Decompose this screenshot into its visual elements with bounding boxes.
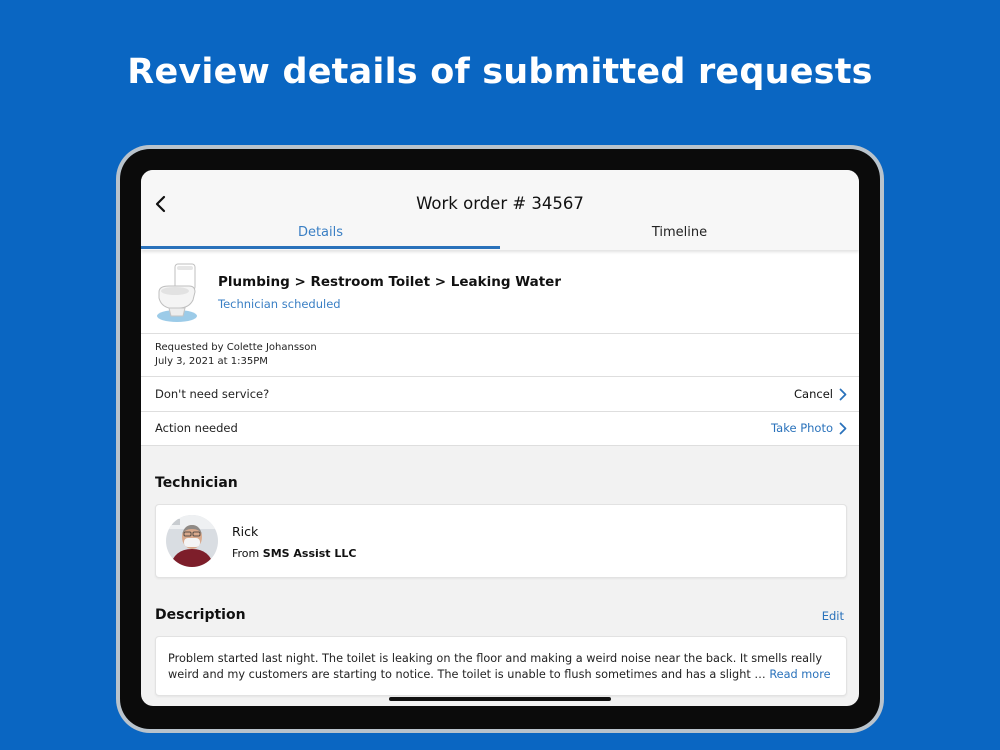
- page-title: Work order # 34567: [416, 194, 584, 213]
- details-content: Plumbing > Restroom Toilet > Leaking Wat…: [141, 250, 859, 706]
- divider: [141, 376, 859, 377]
- toilet-icon: [155, 262, 199, 324]
- active-tab-indicator: [141, 246, 500, 249]
- tab-timeline[interactable]: Timeline: [500, 225, 859, 240]
- description-text: Problem started last night. The toilet i…: [168, 651, 836, 683]
- cancel-button[interactable]: Cancel: [794, 387, 847, 401]
- read-more-link[interactable]: Read more: [769, 668, 830, 681]
- avatar: [166, 515, 218, 567]
- description-section-title: Description: [155, 607, 246, 623]
- app-screen: Work order # 34567 Details Timeline Plum…: [141, 170, 859, 706]
- technician-card[interactable]: Rick From SMS Assist LLC: [155, 504, 847, 578]
- requested-by: Requested by Colette Johansson: [155, 342, 317, 353]
- chevron-right-icon: [839, 388, 847, 401]
- technician-company: From SMS Assist LLC: [232, 547, 357, 560]
- request-category: Plumbing > Restroom Toilet > Leaking Wat…: [218, 274, 561, 290]
- status-badge: Technician scheduled: [218, 297, 341, 311]
- technician-name: Rick: [232, 524, 259, 539]
- divider: [141, 333, 859, 334]
- from-prefix: From: [232, 547, 260, 560]
- company-name: SMS Assist LLC: [262, 547, 357, 560]
- divider: [141, 411, 859, 412]
- description-card: Problem started last night. The toilet i…: [155, 636, 847, 696]
- request-summary-panel: Plumbing > Restroom Toilet > Leaking Wat…: [141, 250, 859, 446]
- technician-section-title: Technician: [155, 475, 238, 491]
- requested-date: July 3, 2021 at 1:35PM: [155, 356, 268, 367]
- take-photo-button[interactable]: Take Photo: [771, 421, 847, 435]
- take-photo-label: Take Photo: [771, 421, 833, 435]
- edit-description-link[interactable]: Edit: [822, 609, 844, 623]
- tab-details[interactable]: Details: [141, 225, 500, 240]
- cancel-row-label: Don't need service?: [155, 387, 270, 401]
- description-body: Problem started last night. The toilet i…: [168, 652, 823, 681]
- divider: [141, 445, 859, 446]
- cancel-label: Cancel: [794, 387, 833, 401]
- top-bar: Work order # 34567 Details Timeline: [141, 170, 859, 250]
- action-needed-label: Action needed: [155, 421, 238, 435]
- chevron-right-icon: [839, 422, 847, 435]
- headline: Review details of submitted requests: [127, 52, 873, 92]
- home-indicator: [389, 697, 611, 701]
